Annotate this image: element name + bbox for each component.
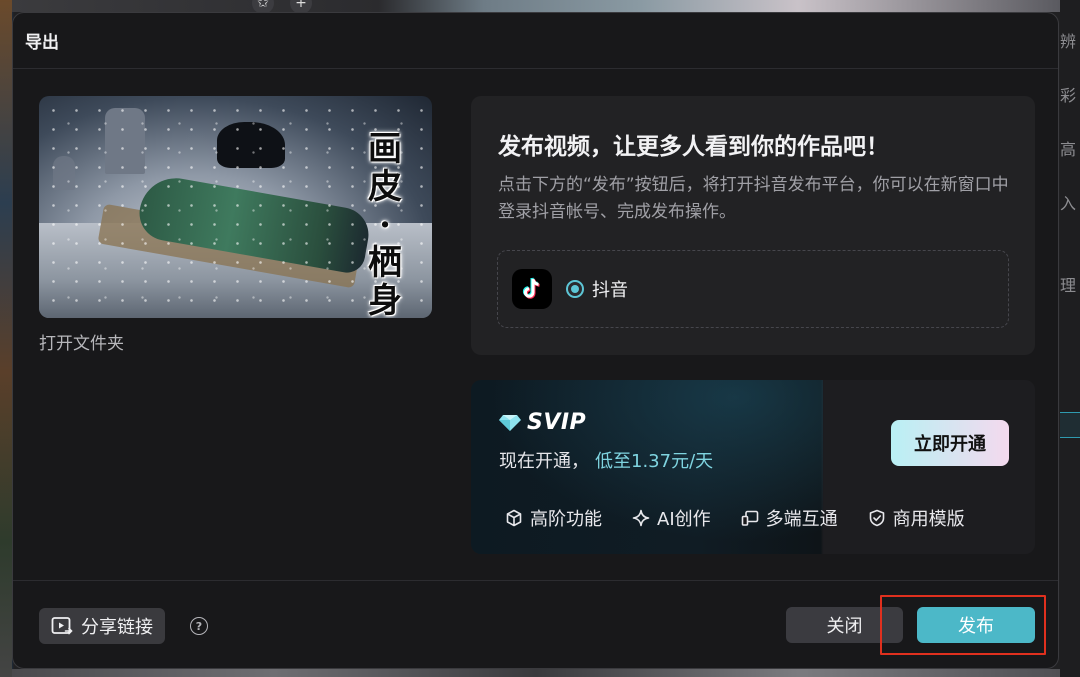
- shield-icon: [869, 509, 884, 527]
- calligraphy-char: ·: [379, 205, 391, 245]
- calligraphy-char: 画: [368, 129, 402, 169]
- cover-calligraphy: 画 皮 · 栖 身: [359, 130, 411, 318]
- cube-icon: [506, 509, 522, 527]
- background-bottom-strip: [12, 669, 1060, 677]
- dialog-title: 导出: [25, 33, 59, 53]
- close-button[interactable]: 关闭: [786, 607, 903, 643]
- diamond-icon: [499, 414, 521, 431]
- dialog-header: 导出: [13, 13, 1058, 69]
- multi-device-icon: [741, 510, 758, 526]
- background-right-text: 入: [1060, 194, 1077, 213]
- svip-price: 低至1.37元/天: [595, 451, 714, 472]
- share-link-label: 分享链接: [81, 617, 153, 638]
- svip-features: 高阶功能 AI创作 多端互通 商用模版: [505, 505, 995, 531]
- publish-title: 发布视频，让更多人看到你的作品吧！: [498, 134, 889, 160]
- background-thumbnail-strip: [0, 0, 12, 677]
- feature-ai: AI创作: [632, 505, 711, 531]
- background-right-text: 辨: [1060, 32, 1077, 51]
- export-dialog: 导出 画 皮 · 栖 身 打开文件夹 发布视频，让更多人看到你的作品吧！ 点击下…: [12, 12, 1059, 669]
- feature-multi-device: 多端互通: [741, 505, 838, 531]
- platform-option-douyin[interactable]: 抖音: [497, 250, 1009, 328]
- cover-thumbnail[interactable]: 画 皮 · 栖 身: [39, 96, 432, 318]
- publish-description: 点击下方的“发布”按钮后，将打开抖音发布平台，你可以在新窗口中登录抖音帐号、完成…: [498, 175, 1009, 222]
- svip-subtitle: 现在开通， 低至1.37元/天: [499, 447, 713, 473]
- background-right-text: 彩: [1060, 86, 1077, 105]
- background-top-strip: [12, 0, 1060, 12]
- platform-label: 抖音: [592, 280, 628, 301]
- platform-radio[interactable]: [566, 280, 584, 298]
- background-right-text: 高: [1060, 140, 1077, 159]
- calligraphy-char: 皮: [368, 167, 402, 207]
- svip-subscribe-button[interactable]: 立即开通: [891, 420, 1009, 466]
- feature-advanced: 高阶功能: [505, 505, 602, 531]
- open-folder-link[interactable]: 打开文件夹: [39, 329, 124, 354]
- calligraphy-char: 栖: [368, 243, 402, 283]
- calligraphy-char: 身: [368, 281, 402, 318]
- feature-label: 商用模版: [892, 509, 965, 530]
- feature-label: 高阶功能: [530, 509, 602, 530]
- dialog-footer: 分享链接 ? 关闭 发布: [13, 580, 1058, 668]
- publish-card: 发布视频，让更多人看到你的作品吧！ 点击下方的“发布”按钮后，将打开抖音发布平台…: [471, 96, 1035, 355]
- background-timeline-bar: [1060, 412, 1080, 438]
- feature-label: 多端互通: [765, 509, 838, 530]
- help-icon[interactable]: ?: [190, 617, 208, 635]
- svip-subtitle-prefix: 现在开通，: [499, 451, 589, 472]
- background-right-text: 理: [1060, 276, 1077, 295]
- feature-commercial-template: 商用模版: [868, 505, 965, 531]
- svip-label: SVIP: [527, 410, 587, 435]
- background-right-panel: 辨 彩 高 入 理: [1060, 0, 1080, 677]
- sparkle-icon: [632, 509, 650, 527]
- svip-badge: SVIP: [499, 410, 586, 435]
- share-video-icon: [51, 617, 73, 635]
- svip-promo-card: SVIP 现在开通， 低至1.37元/天 立即开通 高阶功能 AI创作 多端互通…: [471, 380, 1035, 554]
- share-link-button[interactable]: 分享链接: [39, 608, 165, 644]
- feature-label: AI创作: [657, 509, 711, 530]
- publish-button[interactable]: 发布: [917, 607, 1035, 643]
- tiktok-icon: [512, 269, 552, 309]
